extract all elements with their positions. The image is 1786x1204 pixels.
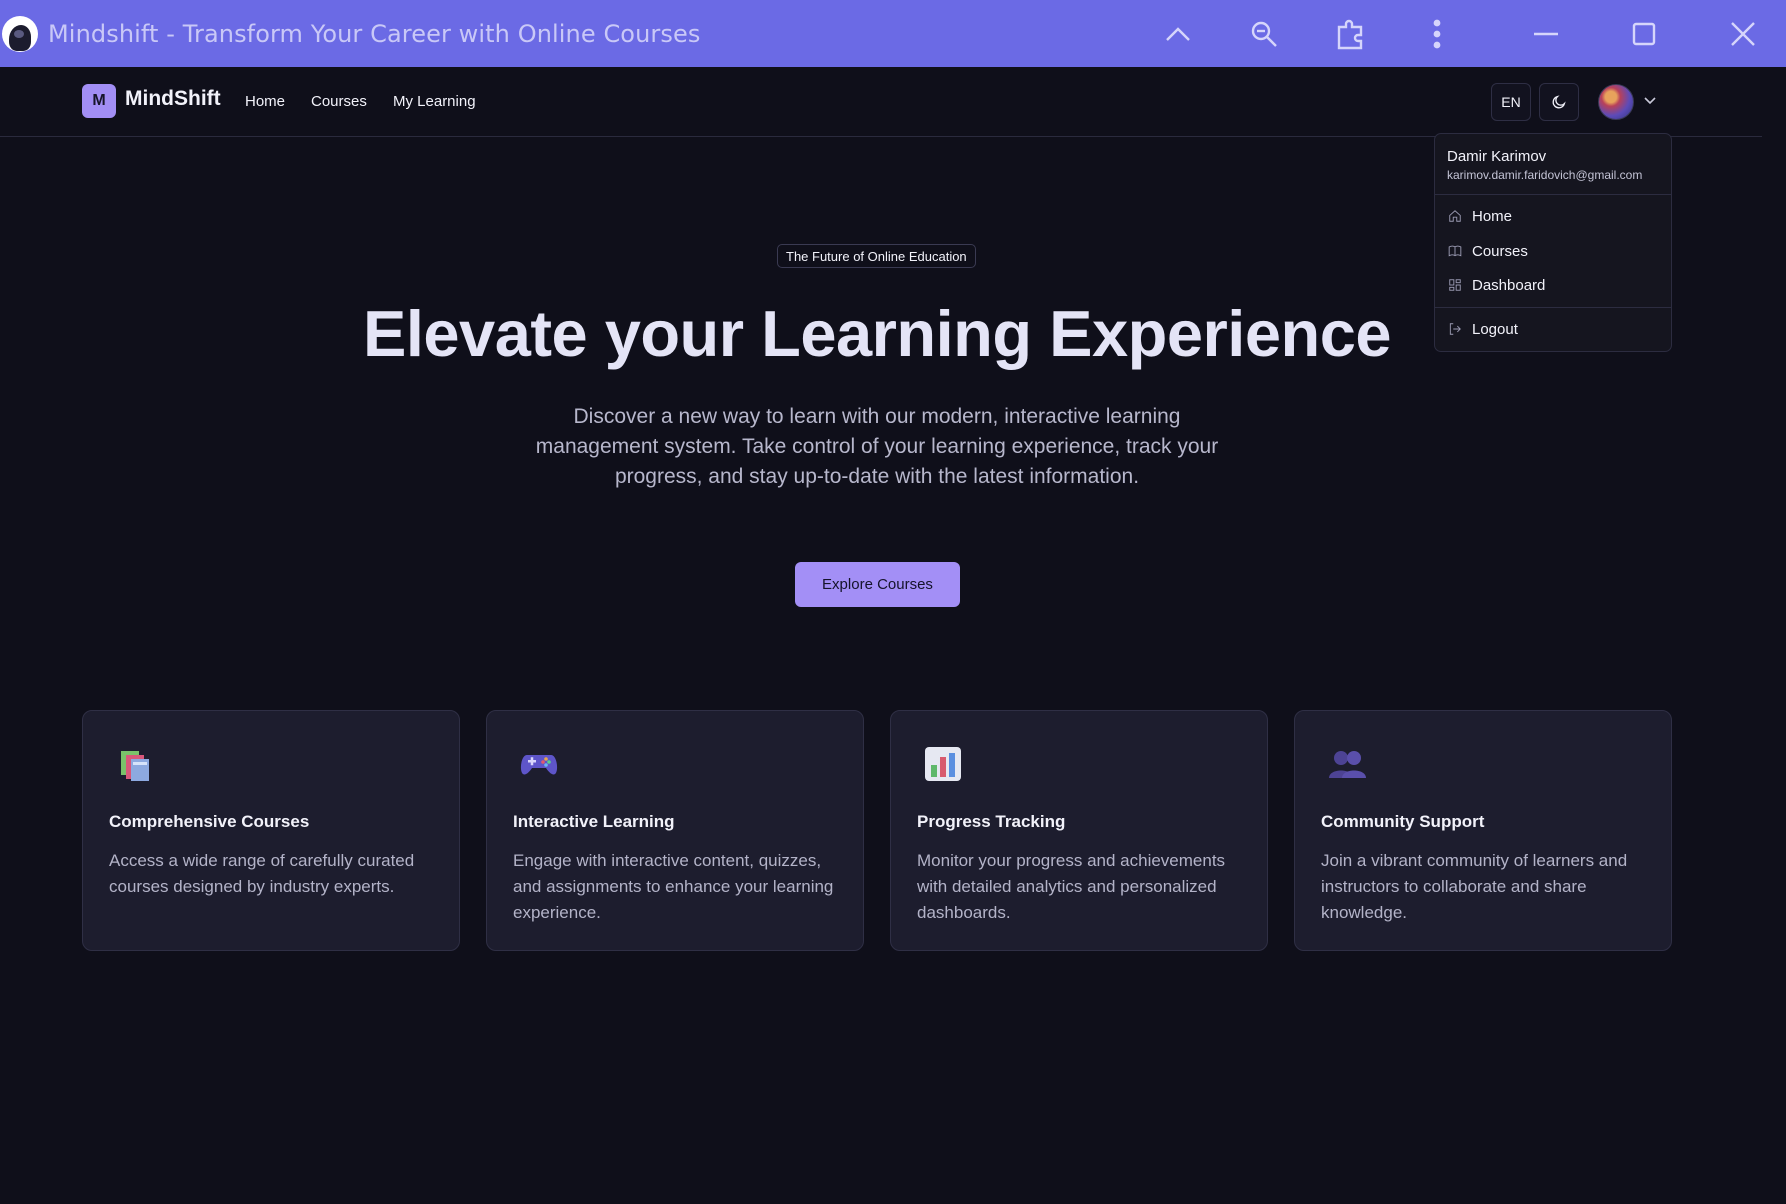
menu-item-home[interactable]: Home: [1443, 201, 1663, 231]
feature-description: Monitor your progress and achievements w…: [917, 851, 1226, 922]
brand-name[interactable]: MindShift: [125, 87, 221, 111]
logo-badge[interactable]: M: [82, 84, 116, 118]
nav-link-home[interactable]: Home: [245, 93, 285, 110]
feature-description: Access a wide range of carefully curated…: [109, 851, 415, 896]
window-titlebar: Mindshift - Transform Your Career with O…: [0, 0, 1786, 67]
feature-title: Comprehensive Courses: [109, 812, 310, 831]
feature-card-interactive: Interactive Learning Engage with interac…: [486, 710, 864, 951]
chevron-down-icon[interactable]: [1644, 97, 1656, 105]
gamepad-icon: [520, 755, 558, 775]
menu-item-courses[interactable]: Courses: [1443, 236, 1663, 266]
menu-item-label: Home: [1472, 207, 1513, 225]
menu-item-label: Courses: [1472, 242, 1528, 260]
book-icon: [1448, 245, 1462, 257]
books-icon: [121, 751, 149, 781]
app-icon: [2, 15, 38, 52]
chevron-up-icon[interactable]: [1156, 12, 1200, 56]
feature-title: Interactive Learning: [513, 812, 675, 831]
more-vertical-icon[interactable]: [1415, 12, 1459, 56]
feature-title: Progress Tracking: [917, 812, 1066, 831]
close-icon[interactable]: [1721, 12, 1765, 56]
user-name: Damir Karimov: [1447, 148, 1547, 165]
feature-card-progress: Progress Tracking Monitor your progress …: [890, 710, 1268, 951]
hero-description: Discover a new way to learn with our mod…: [535, 405, 1219, 488]
people-icon: [1329, 751, 1366, 778]
extensions-icon[interactable]: [1329, 12, 1373, 56]
minimize-icon[interactable]: [1524, 12, 1568, 56]
menu-divider: [1435, 194, 1671, 195]
theme-toggle-button[interactable]: [1539, 83, 1579, 121]
bar-chart-icon: [925, 747, 961, 781]
feature-card-courses: Comprehensive Courses Access a wide rang…: [82, 710, 460, 951]
dashboard-icon: [1449, 279, 1461, 291]
hero-badge: The Future of Online Education: [777, 244, 976, 268]
menu-item-label: Dashboard: [1472, 276, 1546, 294]
home-icon: [1449, 210, 1461, 222]
user-email: karimov.damir.faridovich@gmail.com: [1447, 168, 1643, 182]
feature-description: Engage with interactive content, quizzes…: [513, 851, 834, 922]
user-avatar[interactable]: [1598, 84, 1634, 120]
main-navbar: M MindShift Home Courses My Learning EN: [0, 67, 1762, 137]
explore-courses-button[interactable]: Explore Courses: [795, 562, 960, 607]
nav-link-courses[interactable]: Courses: [311, 93, 367, 110]
zoom-icon[interactable]: [1242, 12, 1286, 56]
feature-title: Community Support: [1321, 812, 1485, 831]
maximize-icon[interactable]: [1622, 12, 1666, 56]
moon-icon: [1552, 95, 1566, 109]
feature-card-community: Community Support Join a vibrant communi…: [1294, 710, 1672, 951]
feature-description: Join a vibrant community of learners and…: [1321, 851, 1628, 922]
language-button[interactable]: EN: [1491, 83, 1531, 121]
window-title: Mindshift - Transform Your Career with O…: [48, 19, 701, 48]
nav-link-my-learning[interactable]: My Learning: [393, 93, 476, 110]
hero-title: Elevate your Learning Experience: [362, 297, 1392, 370]
